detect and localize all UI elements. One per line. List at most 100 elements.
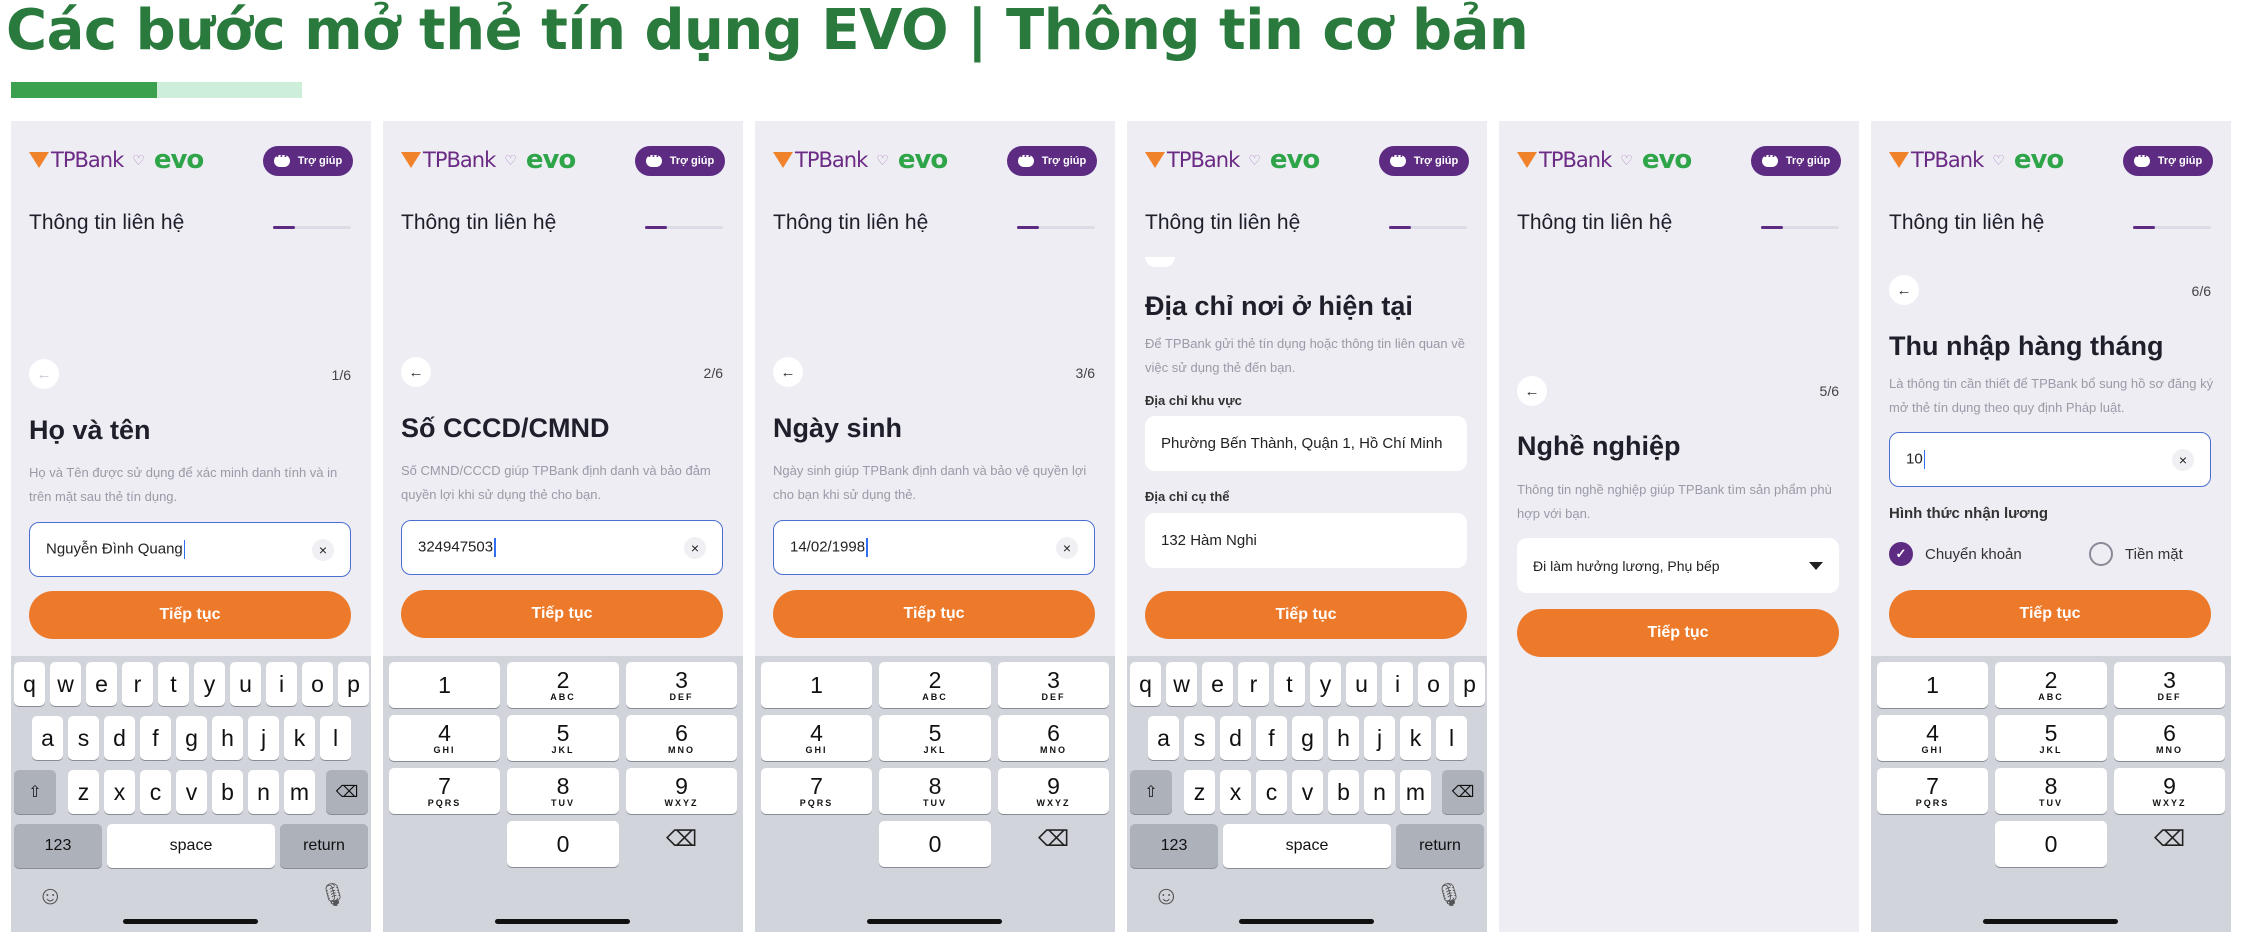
key-m[interactable]: m — [1400, 770, 1431, 814]
continue-button[interactable]: Tiếp tục — [773, 590, 1095, 638]
key-u[interactable]: u — [230, 662, 261, 706]
key-2[interactable]: 2 ABC — [879, 662, 991, 708]
key-4[interactable]: 4 GHI — [761, 715, 872, 761]
key-f[interactable]: f — [140, 716, 171, 760]
delete-icon[interactable]: ⌫ — [2154, 826, 2185, 852]
key-5[interactable]: 5 JKL — [1995, 715, 2107, 761]
key-p[interactable]: p — [1454, 662, 1485, 706]
back-button-partial[interactable] — [1145, 257, 1175, 267]
key-j[interactable]: j — [248, 716, 279, 760]
continue-button[interactable]: Tiếp tục — [1517, 609, 1839, 657]
key-d[interactable]: d — [1220, 716, 1251, 760]
key-w[interactable]: w — [1166, 662, 1197, 706]
key-p[interactable]: p — [338, 662, 369, 706]
key-o[interactable]: o — [1418, 662, 1449, 706]
key-5[interactable]: 5 JKL — [507, 715, 619, 761]
microphone-icon[interactable]: 🎙 — [1435, 882, 1463, 908]
help-button[interactable]: Trợ giúp — [2123, 146, 2213, 176]
key-6[interactable]: 6 MNO — [998, 715, 1109, 761]
delete-icon[interactable]: ⌫ — [666, 826, 697, 852]
return-key[interactable]: return — [280, 824, 368, 868]
key-a[interactable]: a — [1148, 716, 1179, 760]
key-q[interactable]: q — [1130, 662, 1161, 706]
continue-button[interactable]: Tiếp tục — [1889, 590, 2211, 638]
key-n[interactable]: n — [248, 770, 279, 814]
key-6[interactable]: 6 MNO — [2114, 715, 2225, 761]
key-u[interactable]: u — [1346, 662, 1377, 706]
key-s[interactable]: s — [68, 716, 99, 760]
continue-button[interactable]: Tiếp tục — [29, 591, 351, 639]
space-key[interactable]: space — [107, 824, 275, 868]
key-9[interactable]: 9 WXYZ — [2114, 768, 2225, 814]
back-button[interactable]: ← — [1889, 275, 1919, 305]
key-f[interactable]: f — [1256, 716, 1287, 760]
key-4[interactable]: 4 GHI — [1877, 715, 1988, 761]
back-button[interactable]: ← — [29, 359, 59, 389]
key-o[interactable]: o — [302, 662, 333, 706]
clear-icon[interactable]: × — [684, 536, 706, 559]
continue-button[interactable]: Tiếp tục — [401, 590, 723, 638]
key-z[interactable]: z — [68, 770, 99, 814]
help-button[interactable]: Trợ giúp — [263, 146, 353, 176]
key-d[interactable]: d — [104, 716, 135, 760]
key-8[interactable]: 8 TUV — [1995, 768, 2107, 814]
key-c[interactable]: c — [140, 770, 171, 814]
key-7[interactable]: 7 PQRS — [1877, 768, 1988, 814]
key-h[interactable]: h — [1328, 716, 1359, 760]
date-of-birth-input[interactable]: 14/02/1998 × — [773, 520, 1095, 575]
microphone-icon[interactable]: 🎙 — [319, 882, 347, 908]
key-g[interactable]: g — [176, 716, 207, 760]
delete-icon[interactable]: ⌫ — [1038, 826, 1069, 852]
back-button[interactable]: ← — [401, 357, 431, 387]
key-a[interactable]: a — [32, 716, 63, 760]
id-number-input[interactable]: 324947503 × — [401, 520, 723, 575]
radio-cash[interactable]: Tiền mặt — [2089, 542, 2183, 566]
key-y[interactable]: y — [194, 662, 225, 706]
key-r[interactable]: r — [122, 662, 153, 706]
key-x[interactable]: x — [104, 770, 135, 814]
key-m[interactable]: m — [284, 770, 315, 814]
key-1[interactable]: 1 — [389, 662, 500, 708]
area-input[interactable]: Phường Bến Thành, Quận 1, Hồ Chí Minh — [1145, 416, 1467, 471]
key-r[interactable]: r — [1238, 662, 1269, 706]
delete-key[interactable]: ⌫ — [1442, 770, 1484, 814]
key-0[interactable]: 0 — [879, 821, 991, 867]
key-e[interactable]: e — [1202, 662, 1233, 706]
help-button[interactable]: Trợ giúp — [635, 146, 725, 176]
clear-icon[interactable]: × — [1056, 536, 1078, 559]
key-x[interactable]: x — [1220, 770, 1251, 814]
key-3[interactable]: 3 DEF — [626, 662, 737, 708]
help-button[interactable]: Trợ giúp — [1379, 146, 1469, 176]
key-3[interactable]: 3 DEF — [2114, 662, 2225, 708]
key-1[interactable]: 1 — [1877, 662, 1988, 708]
key-n[interactable]: n — [1364, 770, 1395, 814]
key-0[interactable]: 0 — [1995, 821, 2107, 867]
clear-icon[interactable]: × — [312, 538, 334, 561]
key-k[interactable]: k — [284, 716, 315, 760]
key-3[interactable]: 3 DEF — [998, 662, 1109, 708]
continue-button[interactable]: Tiếp tục — [1145, 591, 1467, 639]
back-button[interactable]: ← — [1517, 376, 1547, 406]
key-4[interactable]: 4 GHI — [389, 715, 500, 761]
return-key[interactable]: return — [1396, 824, 1484, 868]
key-k[interactable]: k — [1400, 716, 1431, 760]
key-b[interactable]: b — [212, 770, 243, 814]
key-7[interactable]: 7 PQRS — [761, 768, 872, 814]
numbers-key[interactable]: 123 — [14, 824, 102, 868]
key-7[interactable]: 7 PQRS — [389, 768, 500, 814]
key-l[interactable]: l — [1436, 716, 1467, 760]
space-key[interactable]: space — [1223, 824, 1391, 868]
key-i[interactable]: i — [1382, 662, 1413, 706]
key-b[interactable]: b — [1328, 770, 1359, 814]
help-button[interactable]: Trợ giúp — [1751, 146, 1841, 176]
full-name-input[interactable]: Nguyễn Đình Quang × — [29, 522, 351, 577]
key-2[interactable]: 2 ABC — [507, 662, 619, 708]
key-v[interactable]: v — [1292, 770, 1323, 814]
emoji-icon[interactable]: ☺ — [1153, 880, 1180, 911]
key-0[interactable]: 0 — [507, 821, 619, 867]
key-t[interactable]: t — [1274, 662, 1305, 706]
key-2[interactable]: 2 ABC — [1995, 662, 2107, 708]
radio-bank-transfer[interactable]: ✓ Chuyển khoản — [1889, 542, 2022, 566]
detail-address-input[interactable]: 132 Hàm Nghi — [1145, 513, 1467, 568]
back-button[interactable]: ← — [773, 357, 803, 387]
